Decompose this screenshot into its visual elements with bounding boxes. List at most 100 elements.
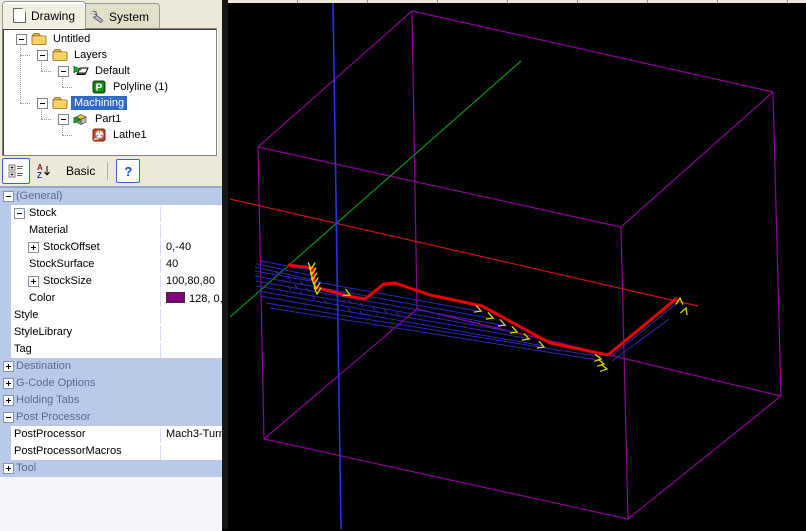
az-sort-icon: A Z bbox=[36, 163, 52, 179]
category-row-tool[interactable]: Tool bbox=[0, 460, 222, 477]
indent-strip bbox=[0, 273, 11, 290]
property-value[interactable]: 0,-40 bbox=[160, 241, 222, 256]
stock-edge bbox=[412, 11, 417, 309]
collapse-toggle[interactable] bbox=[58, 66, 69, 77]
stock-edge bbox=[412, 11, 773, 92]
help-button[interactable]: ? bbox=[116, 159, 140, 183]
property-row-stock[interactable]: Stock bbox=[0, 205, 222, 223]
category-row-destination[interactable]: Destination bbox=[0, 358, 222, 375]
stock-edge bbox=[264, 309, 417, 439]
property-name: Color bbox=[29, 292, 55, 304]
property-value[interactable]: 100,80,80 bbox=[160, 275, 222, 290]
category-row-g-code-options[interactable]: G-Code Options bbox=[0, 375, 222, 392]
stock-edge bbox=[621, 227, 628, 519]
property-grid[interactable]: (General)StockMaterialStockOffset0,-40St… bbox=[0, 186, 222, 531]
property-value[interactable] bbox=[160, 224, 222, 239]
viewport-3d[interactable] bbox=[228, 0, 806, 529]
expand-toggle[interactable] bbox=[3, 395, 14, 406]
tree-item-machining[interactable]: Machining bbox=[52, 95, 127, 111]
category-row-holding-tabs[interactable]: Holding Tabs bbox=[0, 392, 222, 409]
expand-toggle[interactable] bbox=[3, 361, 14, 372]
toolbar-separator bbox=[107, 162, 108, 180]
tree-item-untitled[interactable]: Untitled bbox=[31, 31, 93, 47]
expand-toggle[interactable] bbox=[28, 276, 39, 287]
property-value[interactable]: Mach3-Turn bbox=[160, 428, 222, 443]
tab-system[interactable]: System bbox=[78, 3, 160, 29]
tree-connector bbox=[20, 43, 21, 103]
property-row-postprocessormacros[interactable]: PostProcessorMacros bbox=[0, 443, 222, 461]
part-icon bbox=[73, 111, 89, 127]
tree-item-part1[interactable]: Part1 bbox=[73, 111, 124, 127]
folder-icon bbox=[31, 31, 47, 47]
property-name: PostProcessorMacros bbox=[14, 445, 122, 457]
app-window: { "tabs": { "drawing": "Drawing", "syste… bbox=[0, 0, 806, 529]
property-value[interactable] bbox=[160, 207, 222, 222]
collapse-toggle[interactable] bbox=[14, 208, 25, 219]
category-label: Tool bbox=[16, 462, 36, 474]
category-row-general[interactable]: (General) bbox=[0, 188, 222, 205]
property-value[interactable] bbox=[160, 326, 222, 341]
property-value[interactable]: 128, 0, 128 bbox=[160, 292, 222, 307]
indent-strip bbox=[0, 426, 11, 443]
tree-item-lathe1[interactable]: Lathe1 bbox=[91, 127, 150, 143]
indent-strip bbox=[0, 222, 11, 239]
view-mode-label[interactable]: Basic bbox=[66, 164, 95, 178]
tree-item-label: Untitled bbox=[50, 32, 93, 46]
property-row-stocksize[interactable]: StockSize 100,80,80 bbox=[0, 273, 222, 291]
expand-toggle[interactable] bbox=[3, 378, 14, 389]
feed-tick bbox=[324, 300, 327, 304]
property-value[interactable] bbox=[160, 445, 222, 460]
collapse-toggle[interactable] bbox=[3, 191, 14, 202]
expand-toggle[interactable] bbox=[28, 242, 39, 253]
tab-drawing[interactable]: Drawing bbox=[2, 1, 86, 29]
property-row-stockoffset[interactable]: StockOffset0,-40 bbox=[0, 239, 222, 257]
categorized-icon bbox=[8, 163, 24, 179]
indent-strip bbox=[0, 205, 11, 222]
category-label: G-Code Options bbox=[16, 377, 95, 389]
tree-connector bbox=[62, 135, 72, 136]
property-row-style[interactable]: Style bbox=[0, 307, 222, 325]
help-icon: ? bbox=[124, 164, 132, 179]
polyline-icon: P bbox=[91, 79, 107, 95]
collapse-toggle[interactable] bbox=[58, 114, 69, 125]
tree-item-layers[interactable]: Layers bbox=[52, 47, 110, 63]
property-row-color[interactable]: Color 128, 0, 128 bbox=[0, 290, 222, 308]
category-row-post-processor[interactable]: Post Processor bbox=[0, 409, 222, 426]
tree-item-default[interactable]: Default bbox=[73, 63, 133, 79]
property-row-stylelibrary[interactable]: StyleLibrary bbox=[0, 324, 222, 342]
indent-strip bbox=[0, 290, 11, 307]
category-label: Holding Tabs bbox=[16, 394, 79, 406]
property-name: Stock bbox=[29, 207, 57, 219]
indent-strip bbox=[0, 341, 11, 358]
collapse-toggle[interactable] bbox=[37, 98, 48, 109]
property-row-stocksurface[interactable]: StockSurface40 bbox=[0, 256, 222, 274]
color-swatch[interactable] bbox=[166, 292, 185, 303]
expand-toggle[interactable] bbox=[3, 463, 14, 474]
pass-line bbox=[612, 319, 669, 361]
property-row-tag[interactable]: Tag bbox=[0, 341, 222, 359]
collapse-toggle[interactable] bbox=[37, 50, 48, 61]
category-label: Destination bbox=[16, 360, 71, 372]
category-label: (General) bbox=[16, 190, 62, 202]
tree-item-label: Polyline (1) bbox=[110, 80, 171, 94]
property-value[interactable] bbox=[160, 343, 222, 358]
svg-text:Z: Z bbox=[37, 171, 42, 179]
stock-edge bbox=[258, 147, 621, 227]
categorized-view-button[interactable] bbox=[2, 158, 30, 184]
collapse-toggle[interactable] bbox=[3, 412, 14, 423]
viewport-canvas[interactable] bbox=[228, 0, 806, 529]
drawing-tree[interactable]: UntitledLayersDefaultPPolyline (1)Machin… bbox=[2, 28, 217, 156]
property-name: StockSize bbox=[43, 275, 92, 287]
property-row-material[interactable]: Material bbox=[0, 222, 222, 240]
property-row-postprocessor[interactable]: PostProcessor Mach3-Turn bbox=[0, 426, 222, 444]
stock-edge bbox=[264, 439, 628, 519]
alphabetical-sort-button[interactable]: A Z bbox=[30, 158, 58, 184]
category-label: Post Processor bbox=[16, 411, 91, 423]
tree-item-polyline-1[interactable]: PPolyline (1) bbox=[91, 79, 171, 95]
direction-markers bbox=[307, 261, 690, 372]
property-value[interactable] bbox=[160, 309, 222, 324]
collapse-toggle[interactable] bbox=[16, 34, 27, 45]
property-name: PostProcessor bbox=[14, 428, 86, 440]
pass-line bbox=[270, 308, 604, 361]
property-value[interactable]: 40 bbox=[160, 258, 222, 273]
